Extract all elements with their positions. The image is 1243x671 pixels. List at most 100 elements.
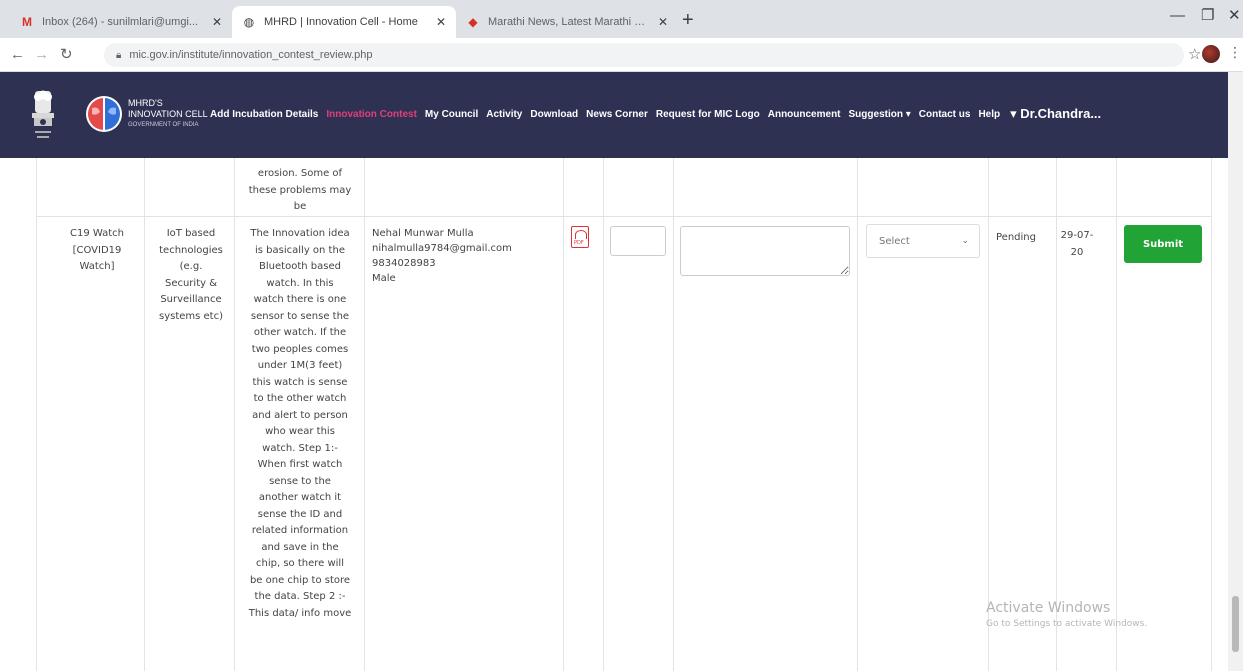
bookmark-star-icon[interactable]: ☆ <box>1188 45 1201 63</box>
marks-input[interactable] <box>610 226 666 256</box>
innovation-description: The Innovation idea is basically on the … <box>236 226 364 622</box>
desc-line: this watch is sense <box>252 376 348 388</box>
desc-line: sensor to sense the <box>250 310 350 322</box>
desc-line: watch there is one <box>253 294 347 305</box>
close-tab-icon[interactable]: ✕ <box>658 15 668 29</box>
date-line: 20 <box>1070 246 1084 258</box>
desc-line: sense to the <box>269 475 331 487</box>
site-header: MHRD'S INNOVATION CELL GOVERNMENT OF IND… <box>0 72 1228 158</box>
desc-line: Bluetooth based <box>259 261 341 272</box>
category-line: Surveillance <box>160 294 222 305</box>
maximize-icon[interactable]: ❐ <box>1201 6 1214 26</box>
desc-line: is basically on the <box>255 244 345 256</box>
tab-mhrd[interactable]: ◍ MHRD | Innovation Cell - Home ✕ <box>232 6 456 38</box>
nav-download[interactable]: Download <box>530 109 578 120</box>
chevron-down-icon: ⌄ <box>961 236 969 246</box>
nav-suggestion[interactable]: Suggestion ▾ <box>849 109 911 120</box>
nav-activity[interactable]: Activity <box>486 109 522 120</box>
desc-line: other watch. If the <box>253 327 347 338</box>
desc-line: chip, so there will <box>256 558 344 569</box>
tab-strip: M Inbox (264) - sunilmlari@umgi... ✕ ◍ M… <box>0 0 1243 38</box>
scrollbar-thumb[interactable] <box>1232 596 1239 652</box>
mic-brain-logo <box>86 96 122 132</box>
tab-gmail[interactable]: M Inbox (264) - sunilmlari@umgi... ✕ <box>10 6 232 38</box>
desc-line: these problems may <box>248 184 352 196</box>
category-line: Security & <box>164 277 218 289</box>
desc-line: watch. In this <box>266 277 334 289</box>
gmail-icon: M <box>22 15 32 29</box>
desc-line: under 1M(3 feet) <box>257 360 343 371</box>
page-scrollbar[interactable] <box>1228 72 1243 671</box>
desc-line: another watch it <box>258 492 342 503</box>
desc-line: The Innovation idea <box>250 228 350 239</box>
main-menu: Add Incubation Details Innovation Contes… <box>210 106 1101 122</box>
desc-line: sense the ID and <box>257 508 343 520</box>
close-window-icon[interactable]: ✕ <box>1228 6 1241 26</box>
brand-subtitle: GOVERNMENT OF INDIA <box>128 122 199 128</box>
minimize-icon[interactable]: — <box>1170 6 1185 26</box>
desc-line: related information <box>251 525 349 536</box>
nav-help[interactable]: Help <box>978 109 1000 120</box>
submission-date: 29-07- 20 <box>1058 228 1096 261</box>
nav-request-mic-logo[interactable]: Request for MIC Logo <box>656 109 760 120</box>
user-menu[interactable]: ▾ Dr.Chandra... <box>1010 106 1101 122</box>
nav-add-incubation-details[interactable]: Add Incubation Details <box>210 109 318 120</box>
remarks-textarea[interactable] <box>680 226 850 276</box>
desc-line: and alert to person <box>252 409 348 421</box>
category-line: systems etc) <box>158 310 223 322</box>
nav-innovation-contest[interactable]: Innovation Contest <box>326 109 417 120</box>
nav-announcement[interactable]: Announcement <box>768 109 841 120</box>
close-tab-icon[interactable]: ✕ <box>212 15 222 29</box>
back-icon[interactable]: ← <box>10 45 25 65</box>
lock-icon: 🔒︎ <box>116 49 122 61</box>
forward-icon[interactable]: → <box>34 45 49 65</box>
review-table: erosion. Some of these problems may be C… <box>0 158 1228 671</box>
desc-line: to the other watch <box>253 393 347 404</box>
applicant-email: nihalmulla9784@gmail.com <box>372 243 512 254</box>
desc-line: be one chip to store <box>249 574 351 586</box>
pdf-icon[interactable]: PDF <box>571 226 589 248</box>
applicant-gender: Male <box>372 273 396 284</box>
submit-button[interactable]: Submit <box>1124 225 1202 263</box>
nav-my-council[interactable]: My Council <box>425 109 478 120</box>
desc-line: This data/ info move <box>248 607 352 619</box>
title-line: Watch] <box>79 261 115 272</box>
desc-line: two peoples comes <box>251 343 349 355</box>
nav-contact-us[interactable]: Contact us <box>919 109 971 120</box>
watermark-title: Activate Windows <box>986 600 1111 616</box>
reload-icon[interactable]: ↻ <box>60 45 73 65</box>
nav-news-corner[interactable]: News Corner <box>586 109 648 120</box>
activation-watermark: Activate Windows Go to Settings to activ… <box>986 600 1147 629</box>
national-emblem-icon <box>32 90 54 138</box>
category-line: technologies <box>159 244 223 256</box>
applicant-name: Nehal Munwar Mulla <box>372 228 474 239</box>
tab-title: Marathi News, Latest Marathi N... <box>488 16 650 28</box>
news-icon: ◆ <box>468 15 478 29</box>
desc-line: erosion. Some of <box>257 168 343 179</box>
profile-avatar[interactable] <box>1202 45 1220 63</box>
desc-line: be <box>293 201 307 212</box>
brand-line: MHRD'S <box>128 98 163 108</box>
category-line: (e.g. <box>179 261 203 272</box>
status-select[interactable]: Select ⌄ <box>866 224 980 258</box>
brand-line: INNOVATION CELL <box>128 109 208 119</box>
title-line: C19 Watch <box>69 228 125 239</box>
url-text: mic.gov.in/institute/innovation_contest_… <box>129 49 373 61</box>
applicant-phone: 9834028983 <box>372 258 436 269</box>
category-line: IoT based <box>166 228 216 239</box>
title-line: [COVID19 <box>72 244 122 256</box>
tab-marathi-news[interactable]: ◆ Marathi News, Latest Marathi N... ✕ <box>456 6 678 38</box>
close-tab-icon[interactable]: ✕ <box>436 15 446 29</box>
globe-icon: ◍ <box>243 15 255 29</box>
innovation-title: C19 Watch [COVID19 Watch] <box>44 226 150 276</box>
new-tab-icon[interactable]: + <box>682 10 694 30</box>
desc-line: the data. Step 2 :- <box>254 591 346 602</box>
browser-menu-icon[interactable]: ⋮ <box>1228 44 1242 61</box>
address-bar[interactable]: 🔒︎ mic.gov.in/institute/innovation_conte… <box>104 43 1184 67</box>
tab-title: MHRD | Innovation Cell - Home <box>264 16 418 28</box>
desc-line: watch. Step 1:- <box>262 442 338 454</box>
watermark-subtitle: Go to Settings to activate Windows. <box>986 619 1148 629</box>
prev-row-description: erosion. Some of these problems may be <box>236 166 364 216</box>
desc-line: When first watch <box>257 459 343 470</box>
innovation-category: IoT based technologies (e.g. Security & … <box>148 226 234 325</box>
